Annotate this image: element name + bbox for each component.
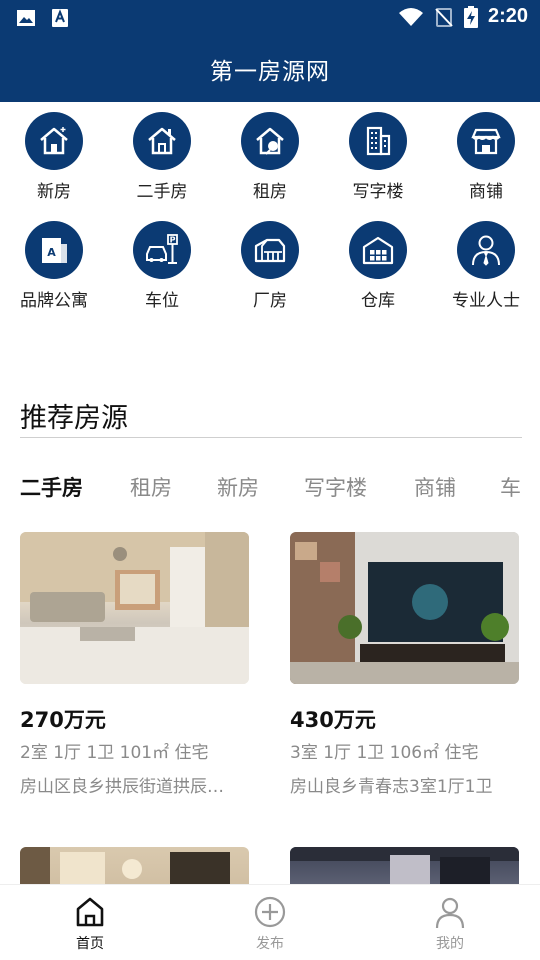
listing-address: 房山区良乡拱辰街道拱辰… [20, 777, 224, 797]
warehouse-icon [362, 236, 394, 265]
no-signal-icon [435, 7, 453, 27]
factory-icon [254, 238, 286, 263]
category-label: 专业人士 [452, 291, 520, 311]
home-icon [76, 897, 104, 927]
category-label: 车位 [145, 291, 179, 311]
nav-label: 首页 [76, 936, 104, 952]
listing-card[interactable]: 270万元 2室 1厅 1卫 101㎡ 住宅 房山区良乡拱辰街道拱辰… [20, 532, 250, 797]
listing-price: 430万元 [290, 708, 376, 732]
tab-new-house[interactable]: 新房 [217, 472, 259, 502]
category-factory[interactable]: 厂房 [216, 221, 324, 330]
listing-address: 房山良乡青春志3室1厅1卫 [290, 777, 493, 797]
category-label: 租房 [253, 182, 287, 202]
tab-shop[interactable]: 商铺 [414, 472, 456, 502]
shop-icon [471, 128, 501, 155]
tab-second-hand[interactable]: 二手房 [20, 472, 83, 502]
section-divider [20, 437, 522, 438]
image-icon [17, 10, 35, 26]
parking-icon: P [146, 234, 178, 264]
category-second-hand[interactable]: 二手房 [108, 112, 216, 221]
category-new-house[interactable]: 新房 [0, 112, 108, 221]
page-title: 第一房源网 [210, 59, 330, 85]
wifi-icon [398, 7, 423, 26]
tab-rent[interactable]: 租房 [130, 472, 172, 502]
category-office[interactable]: 写字楼 [324, 112, 432, 221]
font-app-icon [52, 9, 68, 27]
svg-text:A: A [47, 246, 56, 259]
nav-label: 发布 [256, 936, 284, 952]
category-warehouse[interactable]: 仓库 [324, 221, 432, 330]
svg-text:P: P [170, 236, 176, 245]
tab-parking[interactable]: 车 [500, 472, 521, 502]
listing-spec: 2室 1厅 1卫 101㎡ 住宅 [20, 743, 209, 763]
nav-home[interactable]: 首页 [30, 895, 150, 953]
new-house-icon [40, 127, 68, 155]
nav-profile[interactable]: 我的 [390, 895, 510, 953]
listing-photo[interactable] [290, 532, 519, 684]
listing-card[interactable]: 430万元 3室 1厅 1卫 106㎡ 住宅 房山良乡青春志3室1厅1卫 [290, 532, 520, 797]
category-label: 写字楼 [352, 182, 404, 202]
clock: 2:20 [487, 5, 528, 27]
listing-spec: 3室 1厅 1卫 106㎡ 住宅 [290, 743, 479, 763]
section-title: 推荐房源 [20, 403, 128, 434]
category-label: 仓库 [361, 291, 395, 311]
battery-charging-icon [463, 5, 478, 28]
nav-publish[interactable]: 发布 [210, 895, 330, 953]
tab-office[interactable]: 写字楼 [304, 472, 367, 502]
category-label: 厂房 [253, 291, 287, 311]
category-label: 新房 [37, 182, 71, 202]
profile-icon [435, 897, 465, 929]
second-hand-house-icon [148, 127, 176, 155]
listing-photo[interactable] [20, 532, 249, 684]
category-apartment[interactable]: A 品牌公寓 [0, 221, 108, 330]
category-label: 品牌公寓 [20, 291, 88, 311]
office-building-icon [366, 126, 391, 156]
bottom-navigation: 首页 发布 我的 [0, 884, 540, 960]
category-professional[interactable]: 专业人士 [432, 221, 540, 330]
app-header: 第一房源网 [0, 36, 540, 102]
category-shop[interactable]: 商铺 [432, 112, 540, 221]
add-circle-icon [254, 896, 286, 928]
category-label: 二手房 [136, 182, 188, 202]
nav-label: 我的 [436, 936, 464, 952]
category-rent[interactable]: 租房 [216, 112, 324, 221]
listing-price: 270万元 [20, 708, 106, 732]
category-parking[interactable]: P 车位 [108, 221, 216, 330]
category-label: 商铺 [469, 182, 503, 202]
apartment-icon: A [42, 238, 67, 263]
status-bar: 2:20 [0, 0, 540, 36]
professional-icon [472, 235, 500, 266]
rent-house-icon [256, 127, 284, 155]
category-grid: 新房 二手房 租房 写字楼 商铺 A 品牌公寓 P 车位 厂房 仓库 专业人士 [0, 112, 540, 330]
